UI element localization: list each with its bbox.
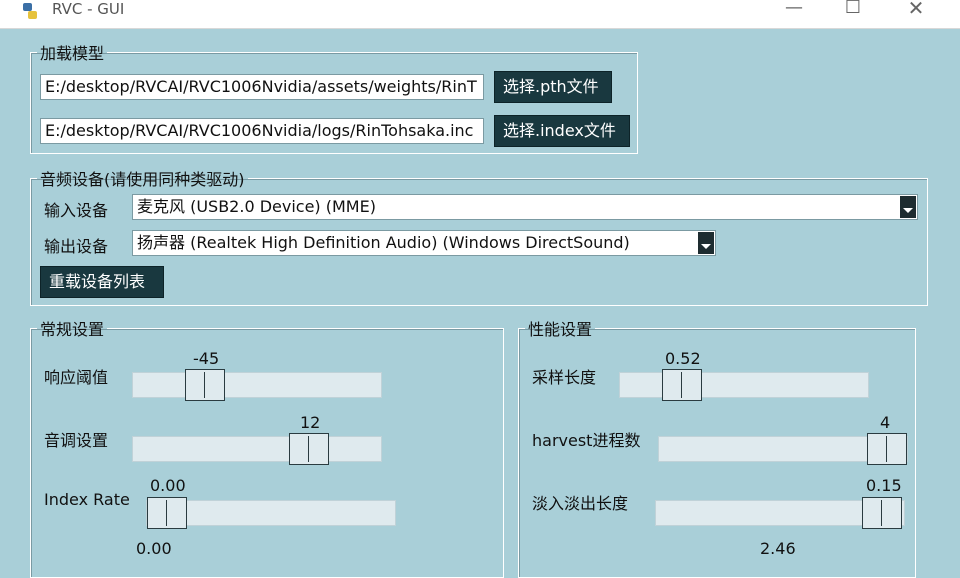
slider-thumb[interactable] xyxy=(867,433,907,465)
response-threshold-slider[interactable] xyxy=(132,369,382,401)
response-threshold-label: 响应阈值 xyxy=(44,368,109,387)
general-settings-title: 常规设置 xyxy=(40,320,105,339)
pitch-label: 音调设置 xyxy=(44,431,109,450)
output-device-select[interactable]: 扬声器 (Realtek High Definition Audio) (Win… xyxy=(132,230,716,256)
maximize-button[interactable]: ☐ xyxy=(833,0,873,24)
output-device-value: 扬声器 (Realtek High Definition Audio) (Win… xyxy=(137,233,630,252)
sample-length-slider[interactable] xyxy=(619,369,869,401)
title-bar: RVC - GUI — ☐ ✕ xyxy=(0,0,960,29)
crossfade-length-value: 0.15 xyxy=(866,476,902,495)
audio-device-title: 音频设备(请使用同种类驱动) xyxy=(40,170,245,189)
general-slider-4-value: 0.00 xyxy=(136,539,172,558)
slider-thumb[interactable] xyxy=(289,433,329,465)
minimize-button[interactable]: — xyxy=(774,0,814,24)
crossfade-length-label: 淡入淡出长度 xyxy=(532,494,629,513)
input-device-label: 输入设备 xyxy=(44,201,109,220)
index-rate-label: Index Rate xyxy=(44,490,130,509)
pitch-slider[interactable] xyxy=(132,433,382,465)
harvest-processes-value: 4 xyxy=(880,413,891,432)
slider-thumb[interactable] xyxy=(147,497,187,529)
output-device-label: 输出设备 xyxy=(44,237,109,256)
index-rate-slider[interactable] xyxy=(146,497,396,529)
sample-length-value: 0.52 xyxy=(665,349,701,368)
performance-slider-4-value: 2.46 xyxy=(760,539,796,558)
crossfade-length-slider[interactable] xyxy=(655,497,905,529)
python-app-icon xyxy=(23,3,37,19)
slider-thumb[interactable] xyxy=(862,497,902,529)
slider-thumb[interactable] xyxy=(662,369,702,401)
pth-path-input[interactable]: E:/desktop/RVCAI/RVC1006Nvidia/assets/we… xyxy=(40,74,484,100)
select-index-button[interactable]: 选择.index文件 xyxy=(494,115,630,147)
dropdown-arrow-icon[interactable] xyxy=(698,232,714,254)
load-model-title: 加载模型 xyxy=(40,44,105,63)
input-device-select[interactable]: 麦克风 (USB2.0 Device) (MME) xyxy=(132,194,918,220)
dropdown-arrow-icon[interactable] xyxy=(900,196,916,218)
select-pth-button[interactable]: 选择.pth文件 xyxy=(494,71,612,103)
sample-length-label: 采样长度 xyxy=(532,368,597,387)
index-rate-value: 0.00 xyxy=(150,476,186,495)
pitch-value: 12 xyxy=(300,413,321,432)
harvest-processes-label: harvest进程数 xyxy=(532,431,641,450)
window-title: RVC - GUI xyxy=(52,0,125,18)
index-path-input[interactable]: E:/desktop/RVCAI/RVC1006Nvidia/logs/RinT… xyxy=(40,118,484,144)
harvest-processes-slider[interactable] xyxy=(658,433,908,465)
slider-thumb[interactable] xyxy=(185,369,225,401)
reload-devices-button[interactable]: 重载设备列表 xyxy=(40,266,164,298)
response-threshold-value: -45 xyxy=(193,349,220,368)
performance-settings-title: 性能设置 xyxy=(528,320,593,339)
close-button[interactable]: ✕ xyxy=(896,0,936,24)
input-device-value: 麦克风 (USB2.0 Device) (MME) xyxy=(137,197,376,216)
